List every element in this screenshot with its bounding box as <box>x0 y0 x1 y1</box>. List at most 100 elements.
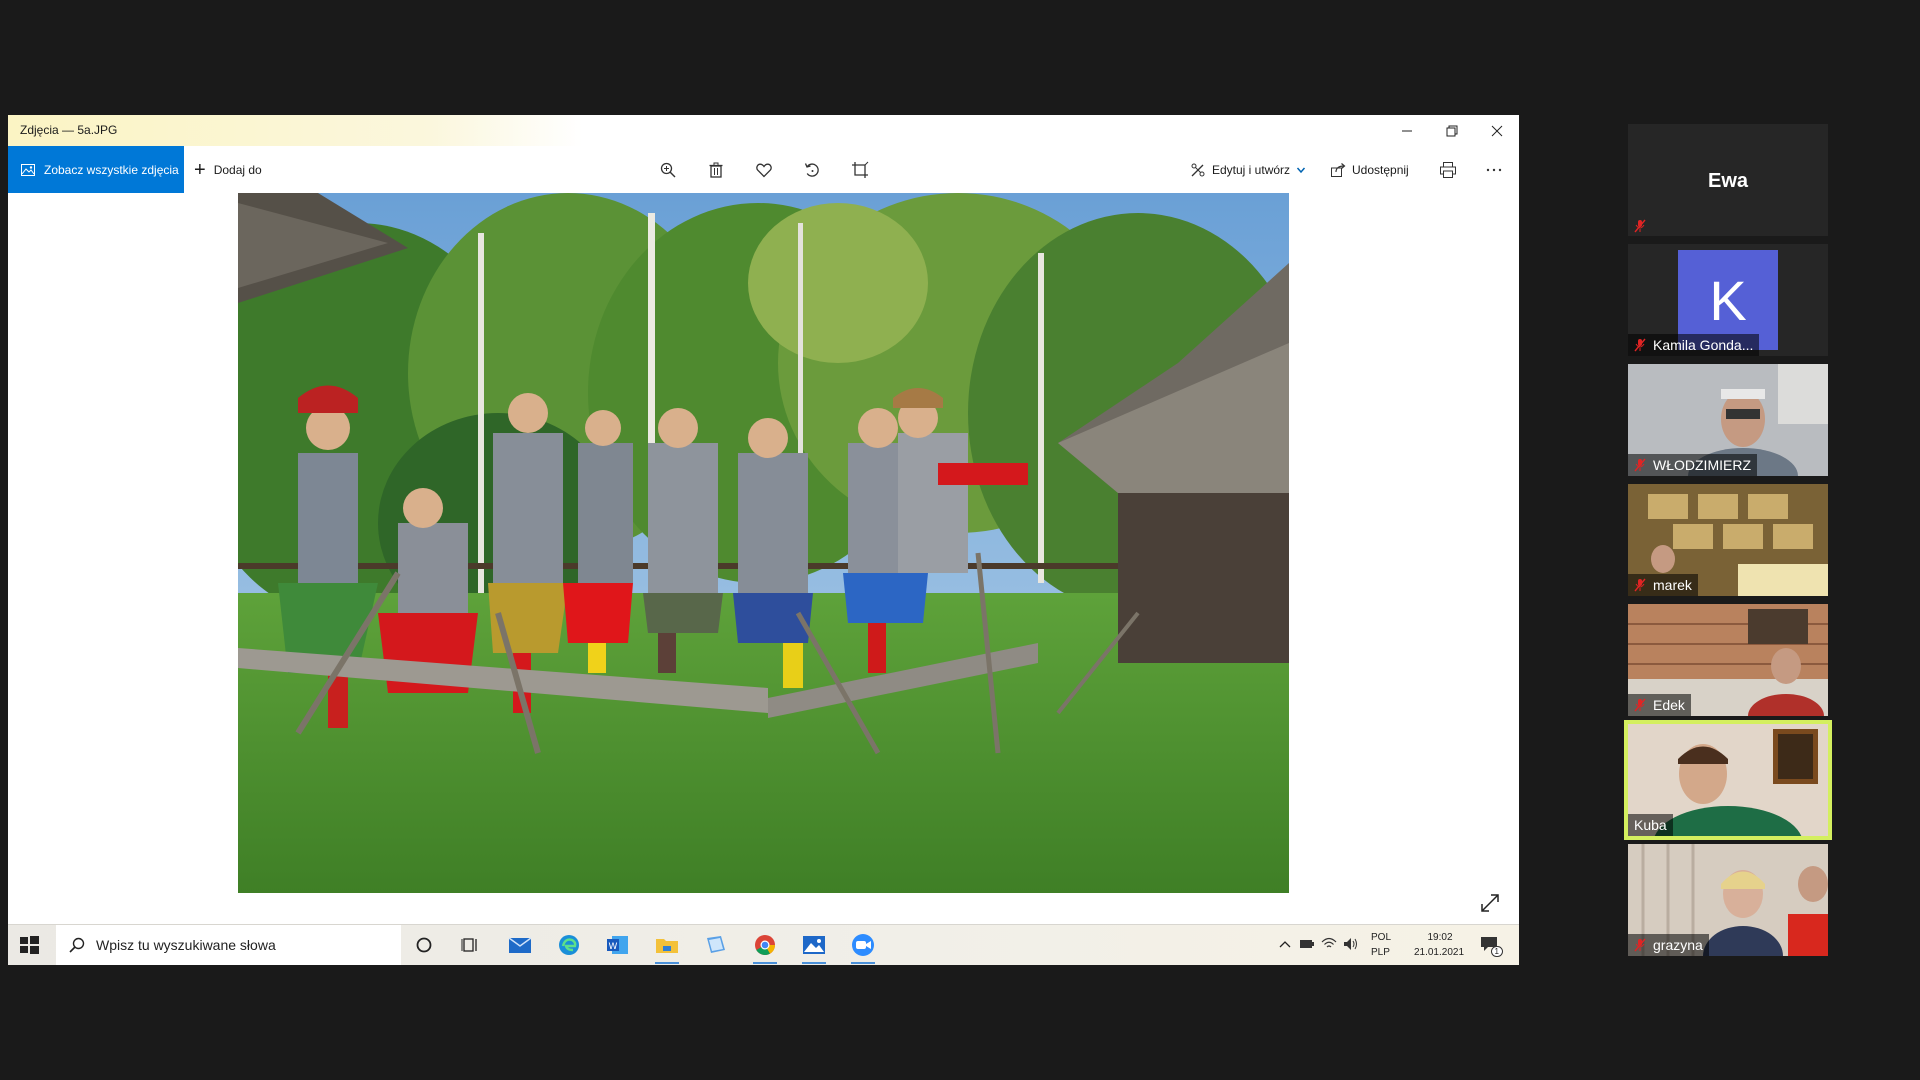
windows-taskbar: Wpisz tu wyszukiwane słowa W POL PLP 19:… <box>8 924 1519 965</box>
action-center-button[interactable]: 1 <box>1479 935 1503 957</box>
print-button[interactable] <box>1436 158 1460 182</box>
participant-display-name: Ewa <box>1707 170 1749 192</box>
participant-tile-kamila[interactable]: K Kamila Gonda... <box>1628 244 1828 356</box>
running-indicator <box>655 962 679 964</box>
add-to-button[interactable]: + Dodaj do <box>194 146 262 193</box>
muted-mic-icon <box>1634 219 1646 233</box>
taskbar-zoom[interactable] <box>847 931 879 964</box>
taskbar-file-explorer[interactable] <box>651 931 683 964</box>
muted-mic-icon <box>1634 458 1646 472</box>
crop-button[interactable] <box>848 158 872 182</box>
participant-tile-grazyna[interactable]: grazyna <box>1628 844 1828 956</box>
muted-mic-icon <box>1634 938 1646 952</box>
taskbar-app-document[interactable] <box>700 931 732 959</box>
edit-create-icon <box>1191 163 1205 176</box>
muted-mic-icon <box>1634 578 1646 592</box>
photo-gallery-icon <box>21 163 35 176</box>
document-app-icon <box>707 936 725 953</box>
word-icon: W <box>607 936 628 954</box>
wifi-icon[interactable] <box>1321 936 1337 950</box>
share-label: Udostępnij <box>1352 162 1409 177</box>
share-button[interactable]: Udostępnij <box>1330 146 1409 193</box>
language-indicator[interactable]: POL <box>1371 932 1391 943</box>
participant-name-label: Kuba <box>1628 814 1673 836</box>
minimize-button[interactable] <box>1384 115 1429 146</box>
restore-icon <box>1446 125 1457 136</box>
printer-icon <box>1440 162 1456 178</box>
window-title: Zdjęcia — 5a.JPG <box>20 123 118 137</box>
participant-name: Kuba <box>1634 817 1667 833</box>
taskbar-photos[interactable] <box>798 931 830 964</box>
participant-tile-edek[interactable]: Edek <box>1628 604 1828 716</box>
search-placeholder: Wpisz tu wyszukiwane słowa <box>96 937 276 953</box>
rotate-button[interactable] <box>800 158 824 182</box>
cortana-icon <box>416 937 432 953</box>
running-indicator <box>851 962 875 964</box>
fullscreen-icon[interactable] <box>1479 892 1501 914</box>
participant-tile-marek[interactable]: marek <box>1628 484 1828 596</box>
zoom-app-icon <box>852 934 874 956</box>
keyboard-layout[interactable]: PLP <box>1371 947 1390 958</box>
notification-count-badge: 1 <box>1490 946 1503 957</box>
taskbar-search-box[interactable]: Wpisz tu wyszukiwane słowa <box>56 925 401 965</box>
task-view-button[interactable] <box>455 931 487 959</box>
heart-icon <box>756 163 772 178</box>
delete-icon <box>709 162 723 178</box>
participant-tile-wlodzimierz[interactable]: WŁODZIMIERZ <box>1628 364 1828 476</box>
participant-name: grazyna <box>1653 937 1703 953</box>
battery-icon[interactable] <box>1299 938 1315 950</box>
muted-mic-icon <box>1634 698 1646 712</box>
participant-tile-ewa[interactable]: Ewa <box>1628 124 1828 236</box>
see-all-photos-button[interactable]: Zobacz wszystkie zdjęcia <box>8 146 184 193</box>
edit-create-label: Edytuj i utwórz <box>1212 162 1291 177</box>
participant-name-label: grazyna <box>1628 934 1709 956</box>
edit-create-button[interactable]: Edytuj i utwórz <box>1190 146 1312 193</box>
clock-time[interactable]: 19:02 <box>1417 932 1463 943</box>
participant-name-label <box>1628 216 1659 236</box>
windows-start-icon[interactable] <box>18 934 40 956</box>
search-icon <box>69 937 85 953</box>
displayed-photo[interactable] <box>238 193 1289 893</box>
clock-date[interactable]: 21.01.2021 <box>1409 947 1469 958</box>
participant-name-label: marek <box>1628 574 1698 596</box>
participant-name: Kamila Gonda... <box>1653 337 1754 353</box>
zoom-button[interactable] <box>656 158 680 182</box>
favorite-button[interactable] <box>752 158 776 182</box>
photo-archers-scene <box>238 193 1289 893</box>
restore-button[interactable] <box>1429 115 1474 146</box>
photo-viewer <box>8 193 1519 926</box>
running-indicator <box>802 962 826 964</box>
taskbar-word[interactable]: W <box>602 931 634 959</box>
plus-icon: + <box>194 158 206 181</box>
folder-icon <box>656 939 678 953</box>
zoom-icon <box>660 162 676 178</box>
participant-name: WŁODZIMIERZ <box>1653 457 1751 473</box>
participant-tile-kuba-active-speaker[interactable]: Kuba <box>1624 720 1832 840</box>
cortana-button[interactable] <box>408 931 440 959</box>
chevron-up-icon[interactable] <box>1279 939 1291 949</box>
chevron-down-icon <box>1296 167 1306 173</box>
taskbar-edge[interactable] <box>553 931 585 959</box>
mail-icon <box>508 937 532 953</box>
volume-icon[interactable] <box>1343 937 1359 951</box>
participant-name-label: WŁODZIMIERZ <box>1628 454 1757 476</box>
photos-icon <box>803 936 825 954</box>
participant-name-label: Kamila Gonda... <box>1628 334 1760 356</box>
rotate-icon <box>804 163 819 177</box>
taskbar-chrome[interactable] <box>749 931 781 964</box>
taskbar-mail[interactable] <box>504 931 536 959</box>
participant-name: Edek <box>1653 697 1685 713</box>
see-all-photos-label: Zobacz wszystkie zdjęcia <box>44 162 179 177</box>
title-bar: Zdjęcia — 5a.JPG <box>8 115 1519 146</box>
photos-toolbar: Zobacz wszystkie zdjęcia + Dodaj do Edyt… <box>8 146 1519 193</box>
participant-name-label: Edek <box>1628 694 1691 716</box>
close-button[interactable] <box>1474 115 1519 146</box>
crop-icon <box>852 161 869 178</box>
close-icon <box>1491 125 1502 136</box>
chrome-icon <box>755 935 775 955</box>
add-to-label: Dodaj do <box>213 162 262 177</box>
more-options-button[interactable] <box>1482 158 1506 182</box>
task-view-icon <box>461 938 477 952</box>
minimize-icon <box>1401 130 1412 131</box>
delete-button[interactable] <box>704 158 728 182</box>
